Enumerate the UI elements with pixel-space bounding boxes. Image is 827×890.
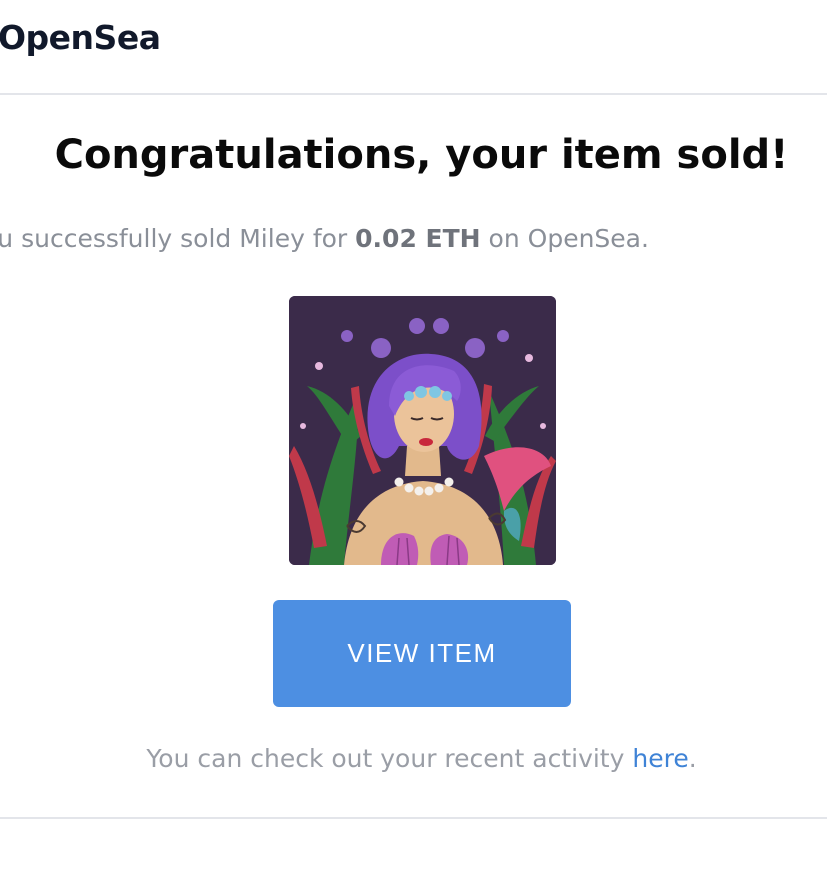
view-item-button[interactable]: VIEW ITEM <box>273 600 571 707</box>
sale-amount: 0.02 ETH <box>355 224 481 253</box>
item-image[interactable] <box>289 296 556 565</box>
page-title: Congratulations, your item sold! <box>54 132 789 178</box>
activity-note-text: You can check out your recent activity <box>146 744 633 773</box>
activity-note-period: . <box>688 744 697 773</box>
opensea-logo[interactable]: OpenSea <box>0 18 161 57</box>
footer-divider <box>0 817 827 819</box>
email-page: OpenSea Congratulations, your item sold!… <box>0 0 827 890</box>
sale-summary-prefix: ou successfully sold Miley for <box>0 224 356 253</box>
sale-summary-suffix: on OpenSea. <box>480 224 649 253</box>
activity-note: You can check out your recent activity h… <box>0 744 827 773</box>
sale-summary: ou successfully sold Miley for 0.02 ETH … <box>0 224 649 253</box>
activity-link[interactable]: here <box>632 744 688 773</box>
header-divider <box>0 93 827 95</box>
mermaid-artwork-icon <box>289 296 556 565</box>
